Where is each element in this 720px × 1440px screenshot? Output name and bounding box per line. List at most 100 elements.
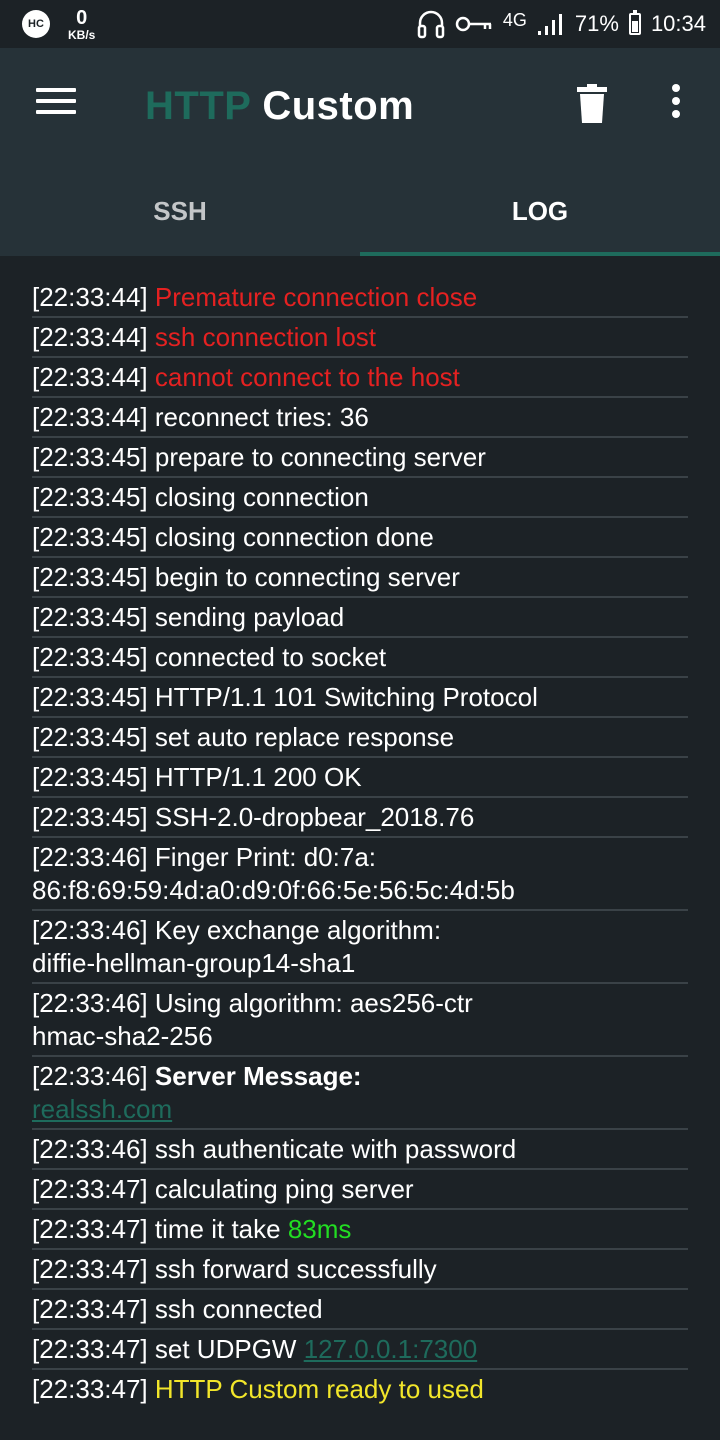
log-entry: [22:33:44] cannot connect to the host [32,358,688,398]
menu-icon[interactable] [36,88,76,118]
app-title-custom: Custom [262,84,415,128]
log-entry: [22:33:45] set auto replace response [32,718,688,758]
log-timestamp: [22:33:46] [32,915,148,945]
log-message: Finger Print: d0:7a: [154,842,377,872]
log-message: ssh forward successfully [154,1254,437,1284]
log-link[interactable]: 127.0.0.1:7300 [304,1334,478,1364]
log-message: SSH-2.0-dropbear_2018.76 [154,802,475,832]
log-message: set UDPGW [154,1334,304,1364]
log-entry: [22:33:45] closing connection done [32,518,688,558]
log-entry: [22:33:45] HTTP/1.1 200 OK [32,758,688,798]
log-message: closing connection [154,482,369,512]
log-message: HTTP/1.1 101 Switching Protocol [154,682,538,712]
log-timestamp: [22:33:45] [32,682,148,712]
headphones-icon [417,9,445,39]
app-notification-icon: HC [22,10,50,38]
tab-bar: SSH LOG [0,166,720,256]
log-timestamp: [22:33:47] [32,1214,148,1244]
log-timestamp: [22:33:47] [32,1374,148,1404]
log-message: set auto replace response [154,722,455,752]
log-entry: [22:33:45] closing connection [32,478,688,518]
log-message: Server Message: [154,1061,362,1091]
log-timestamp: [22:33:45] [32,762,148,792]
log-entry: [22:33:45] SSH-2.0-dropbear_2018.76 [32,798,688,838]
signal-icon [537,12,565,36]
log-timestamp: [22:33:45] [32,562,148,592]
log-message: ssh connection lost [154,322,377,352]
log-timestamp: [22:33:45] [32,642,148,672]
log-entry: [22:33:45] connected to socket [32,638,688,678]
log-timestamp: [22:33:47] [32,1334,148,1364]
tab-ssh[interactable]: SSH [0,166,360,256]
log-entry: [22:33:46] Server Message: realssh.com [32,1057,688,1130]
battery-percent: 71% [574,11,619,36]
log-message: Key exchange algorithm: [154,915,442,945]
app-bar: HTTP Custom [0,48,720,166]
log-message: Using algorithm: aes256-ctr [154,988,473,1018]
log-message: calculating ping server [154,1174,414,1204]
log-link[interactable]: realssh.com [32,1094,172,1124]
app-title: HTTP Custom [145,84,414,129]
log-timestamp: [22:33:45] [32,522,148,552]
net-speed: 0 KB/s [68,8,95,41]
log-timestamp: [22:33:45] [32,722,148,752]
log-message: closing connection done [154,522,434,552]
more-vert-icon[interactable] [664,84,688,124]
log-message: cannot connect to the host [154,362,460,392]
log-message: sending payload [154,602,345,632]
net-speed-unit: KB/s [68,27,96,42]
status-bar: HC 0 KB/s 4G 71% 10:34 [0,0,720,48]
log-timestamp: [22:33:46] [32,1134,148,1164]
log-timestamp: [22:33:46] [32,1061,148,1091]
log-entry: [22:33:47] HTTP Custom ready to used [32,1370,688,1408]
log-message: diffie-hellman-group14-sha1 [32,948,356,978]
log-entry: [22:33:45] HTTP/1.1 101 Switching Protoc… [32,678,688,718]
log-message: HTTP/1.1 200 OK [154,762,362,792]
log-timestamp: [22:33:45] [32,482,148,512]
log-message: time it take [154,1214,288,1244]
log-message: prepare to connecting server [154,442,486,472]
trash-icon[interactable] [576,84,608,124]
log-timestamp: [22:33:44] [32,402,148,432]
log-list: [22:33:44] Premature connection close [22… [32,278,688,1408]
log-timestamp: [22:33:45] [32,442,148,472]
log-entry: [22:33:47] ssh connected [32,1290,688,1330]
log-timestamp: [22:33:44] [32,282,148,312]
log-entry: [22:33:46] Key exchange algorithm: diffie… [32,911,688,984]
log-message: 86:f8:69:59:4d:a0:d9:0f:66:5e:56:5c:4d:5… [32,875,515,905]
log-message: begin to connecting server [154,562,460,592]
log-timestamp: [22:33:45] [32,802,148,832]
log-entry: [22:33:47] calculating ping server [32,1170,688,1210]
log-entry: [22:33:45] begin to connecting server [32,558,688,598]
log-timestamp: [22:33:45] [32,602,148,632]
battery-icon [628,10,641,35]
log-entry: [22:33:47] time it take 83ms [32,1210,688,1250]
log-timestamp: [22:33:46] [32,988,148,1018]
app-title-http: HTTP [145,84,251,128]
log-entry: [22:33:47] set UDPGW 127.0.0.1:7300 [32,1330,688,1370]
log-entry: [22:33:44] Premature connection close [32,278,688,318]
log-message: 83ms [287,1214,352,1244]
vpn-key-icon [455,14,493,34]
log-timestamp: [22:33:44] [32,362,148,392]
log-timestamp: [22:33:44] [32,322,148,352]
log-entry: [22:33:44] reconnect tries: 36 [32,398,688,438]
log-message: reconnect tries: 36 [154,402,369,432]
log-entry: [22:33:45] prepare to connecting server [32,438,688,478]
log-entry: [22:33:45] sending payload [32,598,688,638]
net-speed-value: 0 [76,6,88,29]
log-entry: [22:33:46] Using algorithm: aes256-ctr hm… [32,984,688,1057]
log-entry: [22:33:46] Finger Print: d0:7a: 86:f8:69:… [32,838,688,911]
log-timestamp: [22:33:47] [32,1294,148,1324]
clock: 10:34 [650,11,706,36]
log-message: hmac-sha2-256 [32,1021,213,1051]
log-message: ssh authenticate with password [154,1134,517,1164]
log-timestamp: [22:33:47] [32,1254,148,1284]
log-entry: [22:33:47] ssh forward successfully [32,1250,688,1290]
log-message: connected to socket [154,642,387,672]
log-message: ssh connected [154,1294,323,1324]
log-entry: [22:33:44] ssh connection lost [32,318,688,358]
tab-log[interactable]: LOG [360,166,720,256]
log-timestamp: [22:33:46] [32,842,148,872]
log-message: Premature connection close [154,282,478,312]
